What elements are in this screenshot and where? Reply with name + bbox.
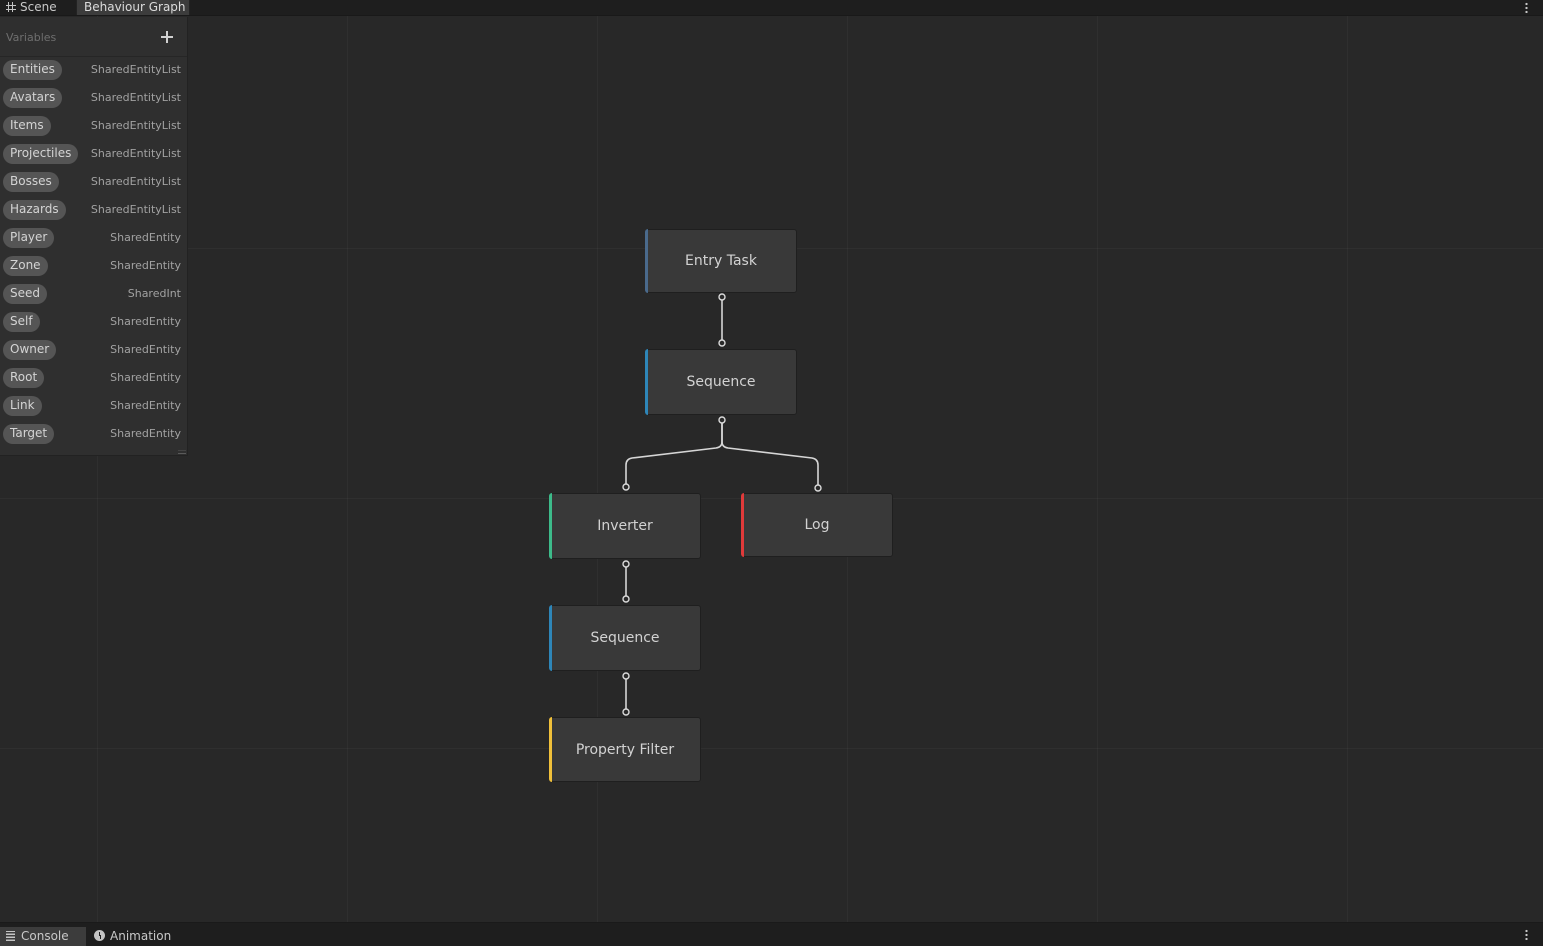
variable-name-pill[interactable]: Hazards [3, 200, 66, 220]
variable-row[interactable]: Self SharedEntity [0, 309, 187, 337]
variable-type: SharedEntityList [90, 147, 181, 160]
variable-row[interactable]: Avatars SharedEntityList [0, 85, 187, 113]
node-sequence[interactable]: Sequence [549, 605, 701, 671]
more-options-icon[interactable] [1525, 929, 1528, 940]
port-inverter-out [622, 560, 630, 568]
port-log-in [814, 484, 822, 492]
variables-header: Variables [0, 17, 187, 57]
window-tab-bar: Scene Behaviour Graph [0, 0, 1543, 16]
grid-icon [6, 2, 16, 12]
variable-type: SharedEntityList [90, 119, 181, 132]
node-label: Entry Task [685, 253, 757, 269]
variables-title: Variables [6, 31, 57, 44]
variable-row[interactable]: Bosses SharedEntityList [0, 169, 187, 197]
graph-connections [622, 293, 822, 716]
variable-type: SharedEntity [110, 427, 181, 440]
node-sequence[interactable]: Sequence [645, 349, 797, 415]
variable-row[interactable]: Root SharedEntity [0, 365, 187, 393]
variable-type: SharedEntity [110, 231, 181, 244]
variable-name-pill[interactable]: Owner [3, 340, 57, 360]
variable-row[interactable]: Target SharedEntity [0, 421, 187, 449]
variable-type: SharedEntity [110, 399, 181, 412]
variable-type: SharedEntityList [90, 63, 181, 76]
tab-console-label: Console [21, 929, 69, 943]
variable-row[interactable]: Player SharedEntity [0, 225, 187, 253]
variable-name-pill[interactable]: Zone [3, 256, 48, 276]
variable-row[interactable]: Zone SharedEntity [0, 253, 187, 281]
tab-scene-label: Scene [20, 0, 57, 14]
variable-name-pill[interactable]: Target [3, 424, 55, 444]
variable-name-pill[interactable]: Player [3, 228, 55, 248]
console-icon [6, 931, 15, 941]
port-sequence-in [718, 339, 726, 347]
variable-type: SharedEntity [110, 259, 181, 272]
node-label: Inverter [597, 518, 653, 534]
variables-panel: Variables Entities SharedEntityList Avatar… [0, 17, 188, 456]
variable-name-pill[interactable]: Projectiles [3, 144, 79, 164]
port-property-filter-in [622, 708, 630, 716]
tab-animation[interactable]: Animation [86, 927, 186, 946]
port-inverter-in [622, 483, 630, 491]
node-property-filter[interactable]: Property Filter [549, 717, 701, 782]
connection-sequence-to-log [721, 420, 819, 488]
resize-handle[interactable] [178, 450, 186, 454]
variable-name-pill[interactable]: Entities [3, 60, 62, 80]
variable-name-pill[interactable]: Seed [3, 284, 47, 304]
variable-row[interactable]: Seed SharedInt [0, 281, 187, 309]
variable-type: SharedEntityList [90, 91, 181, 104]
node-log[interactable]: Log [741, 493, 893, 557]
node-entry-task[interactable]: Entry Task [645, 229, 797, 293]
variable-type: SharedEntity [110, 371, 181, 384]
tab-behaviour-graph-label: Behaviour Graph [84, 0, 186, 14]
variable-name-pill[interactable]: Link [3, 396, 42, 416]
variable-type: SharedEntity [110, 315, 181, 328]
clock-icon [94, 930, 105, 941]
variable-row[interactable]: Owner SharedEntity [0, 337, 187, 365]
node-inverter[interactable]: Inverter [549, 493, 701, 559]
variable-type: SharedEntityList [90, 203, 181, 216]
port-sequence-out [718, 416, 726, 424]
bottom-tab-bar: Console Animation [0, 922, 1543, 946]
variable-type: SharedEntityList [90, 175, 181, 188]
variable-row[interactable]: Entities SharedEntityList [0, 57, 187, 85]
plus-icon[interactable] [158, 28, 176, 46]
tab-console[interactable]: Console [0, 927, 86, 946]
variable-name-pill[interactable]: Avatars [3, 88, 63, 108]
port-entry-out [718, 293, 726, 301]
variable-name-pill[interactable]: Root [3, 368, 45, 388]
port-sequence2-out [622, 672, 630, 680]
tab-animation-label: Animation [110, 929, 172, 943]
node-label: Sequence [686, 374, 756, 390]
variable-row[interactable]: Projectiles SharedEntityList [0, 141, 187, 169]
connection-sequence-to-inverter [625, 420, 723, 487]
variable-name-pill[interactable]: Self [3, 312, 40, 332]
variable-name-pill[interactable]: Items [3, 116, 51, 136]
node-label: Property Filter [575, 741, 675, 758]
tab-behaviour-graph[interactable]: Behaviour Graph [76, 0, 190, 15]
variable-row[interactable]: Items SharedEntityList [0, 113, 187, 141]
variable-type: SharedInt [127, 287, 181, 300]
variable-name-pill[interactable]: Bosses [3, 172, 59, 192]
node-label: Sequence [590, 630, 660, 646]
port-sequence2-in [622, 595, 630, 603]
graph-canvas[interactable]: Entry Task Sequence Inverter Log Sequenc… [0, 16, 1543, 922]
variable-type: SharedEntity [110, 343, 181, 356]
node-label: Log [804, 517, 830, 533]
tab-scene[interactable]: Scene [0, 0, 76, 15]
more-options-icon[interactable] [1525, 2, 1528, 13]
variable-row[interactable]: Hazards SharedEntityList [0, 197, 187, 225]
variable-row[interactable]: Link SharedEntity [0, 393, 187, 421]
